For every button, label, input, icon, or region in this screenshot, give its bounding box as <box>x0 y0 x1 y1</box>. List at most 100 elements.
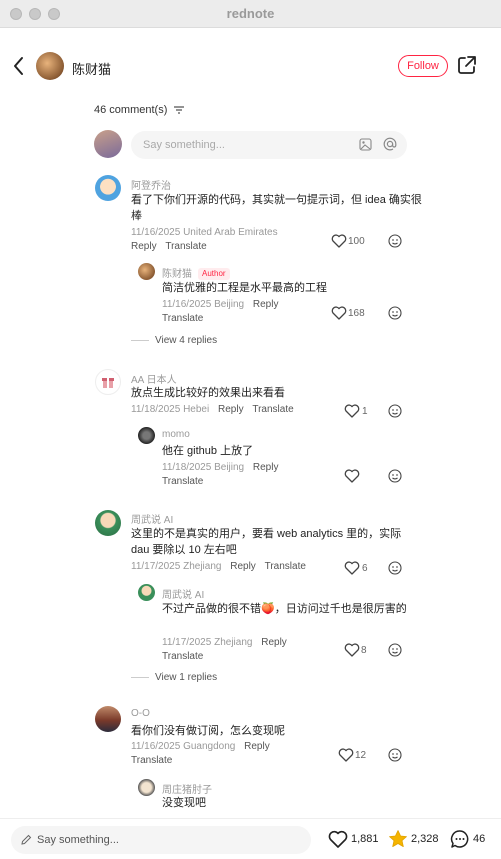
reply-text: 没变现吧 <box>162 797 206 809</box>
comment-date: 11/16/2025 Guangdong <box>131 741 236 752</box>
comment-meta: 11/17/2025 Zhejiang Reply Translate <box>131 561 306 572</box>
comment-avatar[interactable] <box>95 510 121 536</box>
heart-icon[interactable] <box>338 748 354 762</box>
comment-text: 看了下你们开源的代码，其实就一句提示词，但 idea 确实很棒 <box>131 194 422 222</box>
comment-text: 这里的不是真实的用户，要看 web analytics 里的，实际 dau 要除… <box>131 528 402 556</box>
heart-icon[interactable] <box>331 234 347 248</box>
translate-button[interactable]: Translate <box>162 476 203 487</box>
comment-meta: 11/16/2025 Guangdong Reply <box>131 741 270 752</box>
reply-text: 不过产品做的很不错🍑，日访问过千也是很厉害的 <box>162 603 407 615</box>
view-replies-label: View 4 replies <box>155 335 218 346</box>
filter-icon[interactable] <box>174 106 185 114</box>
reaction-icon[interactable] <box>388 234 402 248</box>
heart-icon[interactable] <box>344 404 360 418</box>
reply-text: 简洁优雅的工程是水平最高的工程 <box>162 282 327 294</box>
translate-button[interactable]: Translate <box>265 561 306 572</box>
comment-avatar[interactable] <box>95 369 121 395</box>
translate-button[interactable]: Translate <box>252 404 293 415</box>
comment-actions: Reply Translate <box>131 241 207 252</box>
reply-avatar[interactable] <box>138 263 155 280</box>
reaction-icon[interactable] <box>388 748 402 762</box>
reply-author: 陈财猫 Author <box>162 265 230 281</box>
translate-button[interactable]: Translate <box>165 241 206 252</box>
heart-icon[interactable] <box>344 643 360 657</box>
comment-date: 11/17/2025 Zhejiang <box>131 561 222 572</box>
reaction-icon[interactable] <box>388 404 402 418</box>
reply-button[interactable]: Reply <box>131 241 157 252</box>
reply-author-name[interactable]: 陈财猫 <box>162 269 192 280</box>
like-count: 1 <box>362 406 368 417</box>
heart-icon[interactable] <box>344 561 360 575</box>
reply-button[interactable]: Reply <box>230 561 256 572</box>
like-total: 1,881 <box>351 833 379 845</box>
heart-icon[interactable] <box>331 306 347 320</box>
reply-avatar[interactable] <box>138 779 155 796</box>
reply-avatar[interactable] <box>138 427 155 444</box>
reply-button[interactable]: Reply <box>261 637 287 648</box>
reply-text: 他在 github 上放了 <box>162 445 254 457</box>
reply-author[interactable]: momo <box>162 429 190 440</box>
share-icon[interactable] <box>456 54 478 76</box>
reply-button[interactable]: Reply <box>218 404 244 415</box>
app-title: rednote <box>226 6 275 21</box>
like-count: 168 <box>348 308 365 319</box>
like-count: 6 <box>362 563 368 574</box>
comment-meta: 11/18/2025 Hebei Reply Translate <box>131 404 294 415</box>
author-badge: Author <box>198 268 230 281</box>
my-avatar <box>94 130 122 158</box>
comment-author[interactable]: O-O <box>131 708 150 719</box>
reaction-icon[interactable] <box>388 469 402 483</box>
star-icon[interactable] <box>388 829 408 849</box>
gift-icon <box>102 378 114 388</box>
comment-count: 46 comment(s) <box>94 104 185 116</box>
like-count: 8 <box>361 645 367 656</box>
comment-avatar[interactable] <box>95 706 121 732</box>
reaction-icon[interactable] <box>388 306 402 320</box>
author-avatar[interactable] <box>36 52 64 80</box>
comment-icon[interactable] <box>450 829 470 849</box>
translate-button[interactable]: Translate <box>162 313 203 324</box>
reply-button[interactable]: Reply <box>244 741 270 752</box>
heart-icon[interactable] <box>344 469 360 483</box>
comment-date: 11/16/2025 United Arab Emirates <box>131 227 278 238</box>
heart-icon[interactable] <box>328 829 348 849</box>
reply-meta: 11/16/2025 Beijing Reply <box>162 299 278 310</box>
comment-author[interactable]: 周武说 AI <box>131 511 173 526</box>
comment-avatar[interactable] <box>95 175 121 201</box>
bottom-comment-input[interactable]: Say something... <box>11 826 311 854</box>
pen-icon <box>21 834 32 845</box>
like-count: 12 <box>355 750 367 761</box>
reply-meta: 11/18/2025 Beijing Reply <box>162 462 278 473</box>
at-icon[interactable] <box>383 137 397 151</box>
reply-author[interactable]: 周庄猪肘子 <box>162 781 212 796</box>
reaction-icon[interactable] <box>388 561 402 575</box>
image-icon[interactable] <box>359 138 372 151</box>
view-replies-button[interactable]: View 1 replies <box>131 672 217 683</box>
translate-button[interactable]: Translate <box>162 651 203 662</box>
comment-count-label: 46 comment(s) <box>94 104 168 116</box>
bottom-bar: Say something... 1,881 2,328 46 <box>0 818 501 859</box>
comment-total: 46 <box>473 833 486 845</box>
reply-meta: 11/17/2025 Zhejiang Reply <box>162 637 287 648</box>
follow-button[interactable]: Follow <box>398 55 448 77</box>
view-replies-label: View 1 replies <box>155 672 218 683</box>
author-name[interactable]: 陈财猫 <box>72 59 111 78</box>
reply-button[interactable]: Reply <box>253 462 279 473</box>
comment-author[interactable]: AA 日本人 <box>131 371 177 386</box>
comment-author[interactable]: 阿登乔治 <box>131 177 171 192</box>
like-count: 100 <box>348 236 365 247</box>
star-total: 2,328 <box>411 833 439 845</box>
reply-date: 11/17/2025 Zhejiang <box>162 637 253 648</box>
post-header: 陈财猫 Follow <box>0 28 501 104</box>
bottom-input-placeholder: Say something... <box>37 834 119 846</box>
reply-author[interactable]: 周武说 AI <box>162 586 204 601</box>
reply-avatar[interactable] <box>138 584 155 601</box>
comment-text: 看你们没有做订阅，怎么变现呢 <box>131 725 285 737</box>
view-replies-button[interactable]: View 4 replies <box>131 335 217 346</box>
window-titlebar: rednote <box>0 0 501 28</box>
reply-date: 11/16/2025 Beijing <box>162 299 245 310</box>
back-icon[interactable] <box>12 56 26 76</box>
reaction-icon[interactable] <box>388 643 402 657</box>
reply-button[interactable]: Reply <box>253 299 279 310</box>
translate-button[interactable]: Translate <box>131 755 172 766</box>
